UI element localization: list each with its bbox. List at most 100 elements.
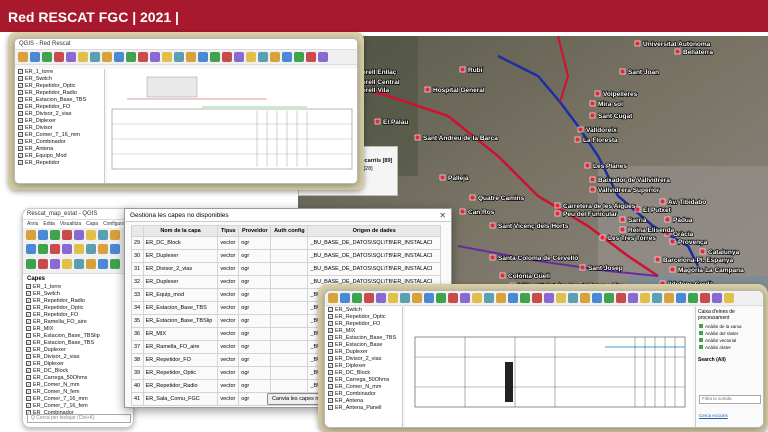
checkbox-icon[interactable]: ✓ <box>26 284 31 290</box>
layer-item[interactable]: ✓ ER_1_torre <box>15 69 104 76</box>
station-marker-icon[interactable] <box>439 174 446 181</box>
station-marker-icon[interactable] <box>619 68 626 75</box>
toolbox-item[interactable]: Anàlisi ràster <box>696 344 763 351</box>
checkbox-icon[interactable]: ✓ <box>26 305 31 311</box>
layer-item[interactable]: ✓ ER_1_torre <box>23 284 133 291</box>
layer-item[interactable]: ✓ ER_Estacion_Base_TBS <box>23 340 133 347</box>
checkbox-icon[interactable]: ✓ <box>328 405 333 411</box>
layer-item[interactable]: ✓ ER_MIX <box>23 326 133 333</box>
toolbar-button-icon[interactable] <box>110 230 120 240</box>
checkbox-icon[interactable]: ✓ <box>26 333 31 339</box>
checkbox-icon[interactable]: ✓ <box>26 319 31 325</box>
toolbar-button-icon[interactable] <box>110 258 120 269</box>
toolbar-button-icon[interactable] <box>62 244 72 255</box>
station-marker-icon[interactable] <box>669 238 676 245</box>
layer-item[interactable]: ✓ ER_Estacion_Base <box>325 342 402 349</box>
checkbox-icon[interactable]: ✓ <box>26 361 31 367</box>
layer-item[interactable]: ✓ ER_Divisor_2_vias <box>15 111 104 118</box>
toolbar-button-icon[interactable] <box>388 293 398 303</box>
checkbox-icon[interactable]: ✓ <box>328 384 333 390</box>
layer-item[interactable]: ✓ ER_Carrega_50Ohms <box>23 375 133 382</box>
layer-item[interactable]: ✓ ER_DC_Block <box>23 368 133 375</box>
station-marker-icon[interactable] <box>619 226 626 233</box>
checkbox-icon[interactable]: ✓ <box>26 298 31 304</box>
station-marker-icon[interactable] <box>584 162 591 169</box>
toolbar-button-icon[interactable] <box>652 293 662 303</box>
station-marker-icon[interactable] <box>619 216 626 223</box>
toolbar-button-icon[interactable] <box>270 52 280 62</box>
checkbox-icon[interactable]: ✓ <box>18 104 23 110</box>
toolbar-button-icon[interactable] <box>424 293 434 303</box>
checkbox-icon[interactable]: ✓ <box>18 90 23 96</box>
toolbar-button-icon[interactable] <box>520 293 530 303</box>
checkbox-icon[interactable]: ✓ <box>18 76 23 82</box>
station-marker-icon[interactable] <box>599 234 606 241</box>
layer-item[interactable]: ✓ ER_Repetidor_FO <box>15 104 104 111</box>
layer-item[interactable]: ✓ ER_Diplexer <box>15 118 104 125</box>
toolbar-button-icon[interactable] <box>712 293 722 303</box>
toolbar-button-icon[interactable] <box>90 52 100 62</box>
toolbar-button-icon[interactable] <box>724 293 734 303</box>
station-marker-icon[interactable] <box>577 126 584 133</box>
toolbar-button-icon[interactable] <box>38 230 48 240</box>
search-input[interactable]: Q Cerca per teclejar (Ctrl+K) <box>27 414 131 423</box>
station-marker-icon[interactable] <box>579 264 586 271</box>
toolbar-button-icon[interactable] <box>162 52 172 62</box>
toolbar-button-icon[interactable] <box>400 293 410 303</box>
table-row[interactable]: 31 ER_Divisor_2_vias vector ogr _BU_BASE_DE_… <box>131 262 441 276</box>
layer-item[interactable]: ✓ ER_Antena <box>325 398 402 405</box>
station-marker-icon[interactable] <box>634 206 641 213</box>
toolbar-button-icon[interactable] <box>472 293 482 303</box>
drawing-canvas[interactable] <box>405 307 693 427</box>
toolbar-button-icon[interactable] <box>436 293 446 303</box>
toolbar-button-icon[interactable] <box>62 230 72 240</box>
checkbox-icon[interactable]: ✓ <box>328 370 333 376</box>
station-marker-icon[interactable] <box>374 118 381 125</box>
search-link[interactable]: Cerca Accions <box>699 413 728 418</box>
toolbox-item[interactable]: Anàlisi vectorial <box>696 337 763 344</box>
checkbox-icon[interactable]: ✓ <box>328 328 333 334</box>
station-marker-icon[interactable] <box>554 202 561 209</box>
layer-item[interactable]: ✓ ER_Comer_N_mm <box>23 382 133 389</box>
station-marker-icon[interactable] <box>469 194 476 201</box>
station-marker-icon[interactable] <box>659 198 666 205</box>
toolbox-item[interactable]: Anàlisi de la xarxa <box>696 323 763 330</box>
toolbar-button-icon[interactable] <box>484 293 494 303</box>
toolbar-button-icon[interactable] <box>306 52 316 62</box>
layer-item[interactable]: ✓ ER_Repetidor_FO <box>23 312 133 319</box>
layer-item[interactable]: ✓ ER_Comer_7_16_fem <box>23 403 133 410</box>
station-marker-icon[interactable] <box>634 40 641 47</box>
toolbar-button-icon[interactable] <box>26 230 36 240</box>
toolbar-button-icon[interactable] <box>174 52 184 62</box>
toolbar-button-icon[interactable] <box>114 52 124 62</box>
column-header[interactable]: Proveïdor <box>238 225 272 237</box>
toolbar-button-icon[interactable] <box>78 52 88 62</box>
station-marker-icon[interactable] <box>499 272 506 279</box>
toolbar-button-icon[interactable] <box>222 52 232 62</box>
menu-item[interactable]: Arxiu <box>27 221 38 227</box>
checkbox-icon[interactable]: ✓ <box>328 314 333 320</box>
toolbar-button-icon[interactable] <box>186 52 196 62</box>
layer-item[interactable]: ✓ ER_Equipo_Mod <box>15 153 104 160</box>
toolbar-button-icon[interactable] <box>74 244 84 255</box>
checkbox-icon[interactable]: ✓ <box>328 363 333 369</box>
station-marker-icon[interactable] <box>589 112 596 119</box>
toolbar-button-icon[interactable] <box>42 52 52 62</box>
column-header[interactable]: Origen de dades <box>307 225 441 237</box>
layer-item[interactable]: ✓ ER_Divisor <box>15 125 104 132</box>
toolbar-button-icon[interactable] <box>556 293 566 303</box>
toolbar-button-icon[interactable] <box>340 293 350 303</box>
layer-item[interactable]: ✓ ER_Repetidor_Optic <box>23 305 133 312</box>
checkbox-icon[interactable]: ✓ <box>26 382 31 388</box>
station-marker-icon[interactable] <box>674 48 681 55</box>
toolbar-button-icon[interactable] <box>126 52 136 62</box>
checkbox-icon[interactable]: ✓ <box>328 377 333 383</box>
layer-item[interactable]: ✓ ER_Diplexer <box>23 361 133 368</box>
layer-item[interactable]: ✓ ER_Comer_N_mm <box>325 384 402 391</box>
station-marker-icon[interactable] <box>459 208 466 215</box>
station-marker-icon[interactable] <box>669 266 676 273</box>
layer-item[interactable]: ✓ ER_Comer_7_16_mm <box>23 396 133 403</box>
checkbox-icon[interactable]: ✓ <box>328 391 333 397</box>
toolbar-button-icon[interactable] <box>102 52 112 62</box>
toolbar-button-icon[interactable] <box>66 52 76 62</box>
